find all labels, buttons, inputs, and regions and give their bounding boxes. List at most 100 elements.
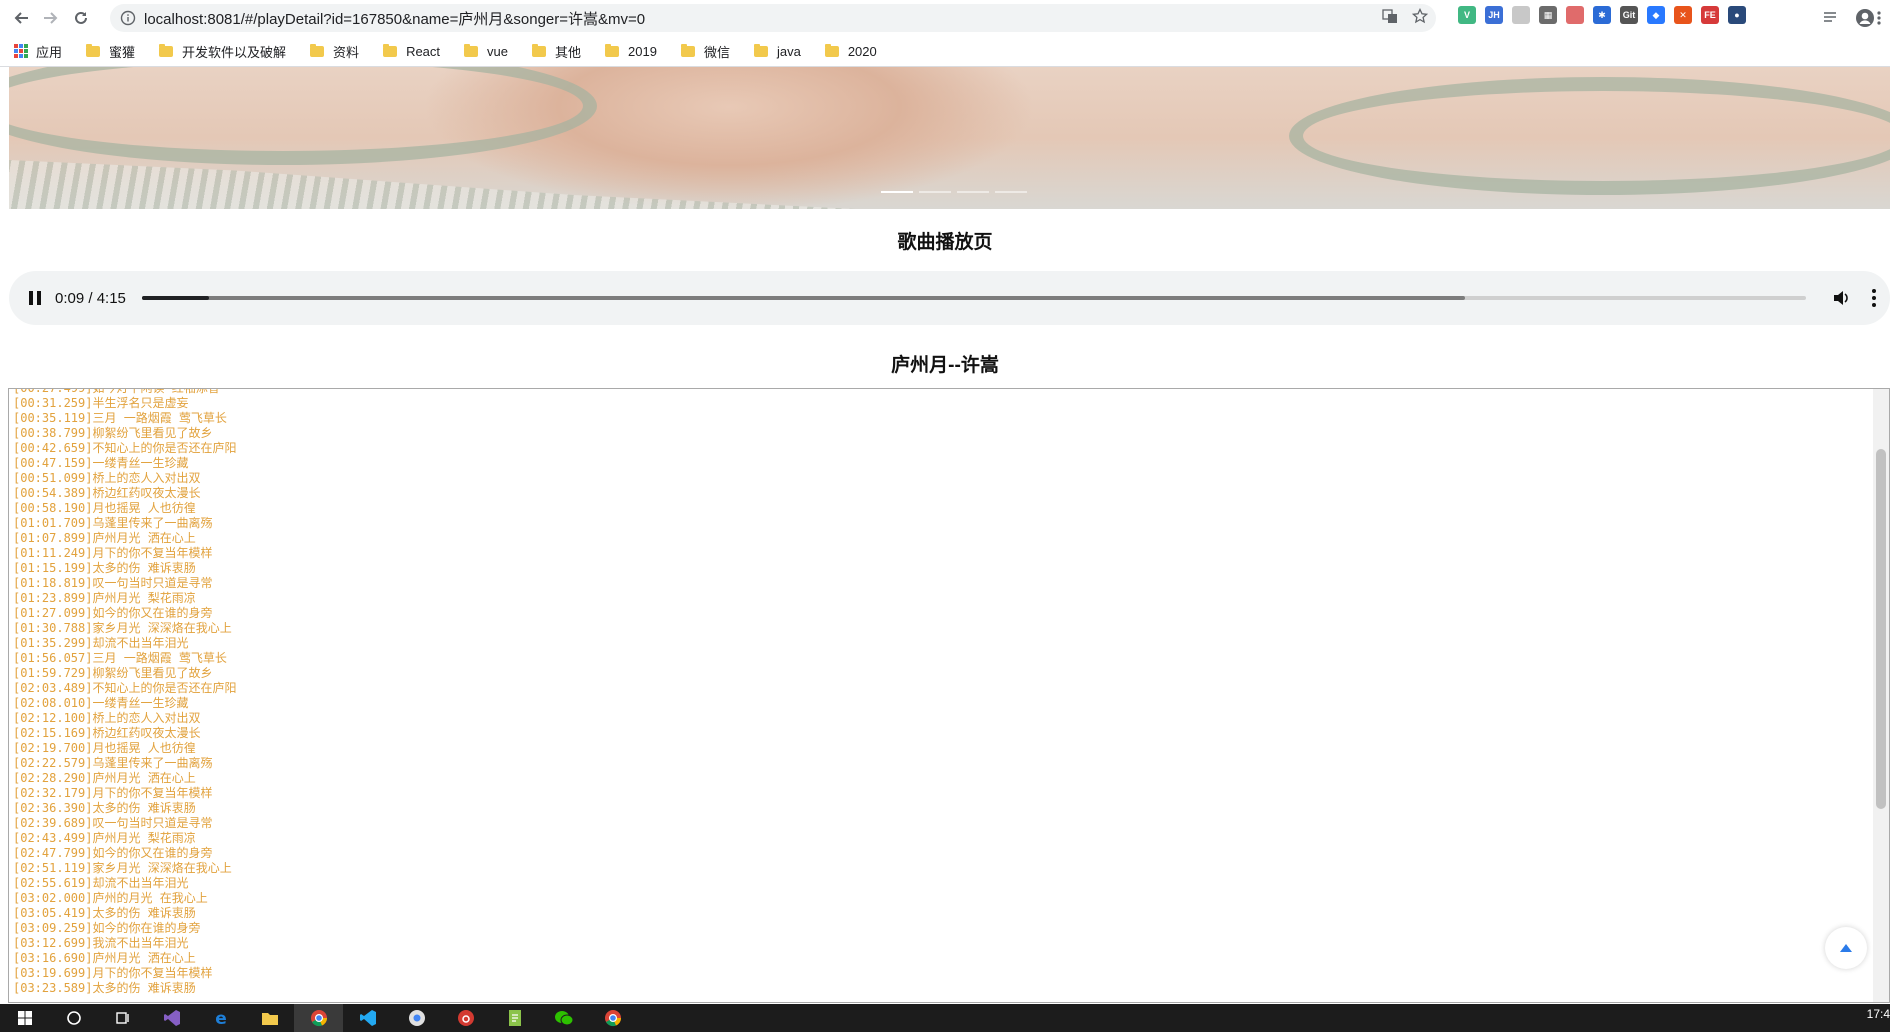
extension-icon[interactable]: ✱ — [1593, 6, 1611, 24]
taskbar-app-chrome-2[interactable] — [588, 1004, 637, 1032]
extension-icon[interactable]: V — [1458, 6, 1476, 24]
bookmark-label: 应用 — [36, 44, 63, 60]
taskbar-app-visual-studio[interactable] — [147, 1004, 196, 1032]
taskbar-app-file-explorer[interactable] — [245, 1004, 294, 1032]
banner-carousel[interactable] — [9, 67, 1890, 209]
folder-icon — [753, 43, 768, 57]
windows-taskbar: e 17:4 — [0, 1004, 1890, 1032]
extension-icon[interactable]: Git — [1620, 6, 1638, 24]
bookmark-label: 其他 — [555, 44, 582, 60]
taskbar-app-wechat[interactable] — [539, 1004, 588, 1032]
bookmark-folder[interactable]: java — [753, 43, 801, 59]
lyric-line: [01:56.057]三月 一路烟霞 莺飞草长 — [13, 651, 227, 665]
reload-button[interactable] — [66, 3, 96, 33]
carousel-dot[interactable] — [957, 191, 989, 193]
carousel-dot[interactable] — [919, 191, 951, 193]
bookmark-label: 2019 — [628, 43, 657, 59]
lyrics-scrollbar[interactable] — [1873, 389, 1889, 1002]
carousel-dot[interactable] — [881, 191, 913, 193]
lyrics-content: [00:27.499]如今灯下闲读 红袖添香 [00:31.259]半生浮名只是虚… — [13, 389, 237, 996]
system-clock[interactable]: 17:4 — [1867, 1007, 1890, 1021]
lyric-line: [02:15.169]桥边红药叹夜太漫长 — [13, 726, 201, 740]
kebab-menu-icon[interactable] — [1876, 10, 1882, 26]
bookmark-folder[interactable]: 其他 — [532, 42, 581, 61]
search-icon — [66, 1011, 81, 1025]
lyric-line: [03:09.259]如今的你在谁的身旁 — [13, 921, 201, 935]
back-to-top-button[interactable] — [1825, 927, 1867, 969]
bookmark-folder[interactable]: 2020 — [824, 43, 877, 59]
carousel-dot[interactable] — [995, 191, 1027, 193]
banner-photo-detail — [1289, 77, 1890, 195]
profile-avatar-icon[interactable] — [1855, 8, 1875, 28]
lyric-line: [03:23.589]太多的伤 难诉衷肠 — [13, 981, 196, 995]
search-button[interactable] — [49, 1004, 98, 1032]
pause-button[interactable] — [29, 291, 43, 305]
lyric-line: [02:43.499]庐州月光 梨花雨凉 — [13, 831, 196, 845]
taskbar-app-chrome[interactable] — [294, 1004, 343, 1032]
bookmark-folder[interactable]: 资料 — [310, 42, 359, 61]
taskbar-app-edge[interactable]: e — [196, 1004, 245, 1032]
start-button[interactable] — [0, 1004, 49, 1032]
lyric-line: [01:23.899]庐州月光 梨花雨凉 — [13, 591, 196, 605]
task-view-button[interactable] — [98, 1004, 147, 1032]
extension-icon[interactable]: ✕ — [1674, 6, 1692, 24]
progress-slider[interactable] — [142, 296, 1806, 300]
lyric-line: [02:08.010]一缕青丝一生珍藏 — [13, 696, 189, 710]
taskbar-app-netease-music[interactable] — [441, 1004, 490, 1032]
extension-icon[interactable]: ● — [1728, 6, 1746, 24]
player-menu-icon[interactable] — [1872, 289, 1876, 307]
bookmark-folder[interactable]: React — [383, 43, 441, 59]
bookmark-label: React — [406, 43, 441, 59]
extension-icon[interactable] — [1566, 6, 1584, 24]
reading-list-icon[interactable] — [1823, 10, 1839, 26]
taskbar-app-notepad[interactable] — [490, 1004, 539, 1032]
bookmark-folder[interactable]: 2019 — [605, 43, 657, 59]
taskbar-app-vscode[interactable] — [343, 1004, 392, 1032]
extension-icon[interactable] — [1512, 6, 1530, 24]
folder-icon — [824, 43, 839, 57]
lyric-line: [02:32.179]月下的你不复当年模样 — [13, 786, 213, 800]
lyric-line: [00:35.119]三月 一路烟霞 莺飞草长 — [13, 411, 227, 425]
lyric-line: [01:07.899]庐州月光 洒在心上 — [13, 531, 196, 545]
song-title: 庐州月--许嵩 — [891, 355, 999, 376]
address-bar[interactable]: localhost:8081/#/playDetail?id=167850&na… — [110, 4, 1436, 32]
lyric-line: [02:51.119]家乡月光 深深烙在我心上 — [13, 861, 232, 875]
extension-icon[interactable]: FE — [1701, 6, 1719, 24]
bookmark-folder[interactable]: 蜜獾 — [86, 42, 135, 61]
extension-icon[interactable]: ◆ — [1647, 6, 1665, 24]
lyric-line: [02:47.799]如今的你又在谁的身旁 — [13, 846, 213, 860]
forward-button[interactable] — [36, 3, 66, 33]
extension-icon[interactable]: JH — [1485, 6, 1503, 24]
music-app-icon — [457, 1010, 474, 1026]
bookmark-folder[interactable]: vue — [464, 43, 508, 59]
arrow-right-icon — [44, 12, 58, 24]
taskbar-app-chrome-alt[interactable] — [392, 1004, 441, 1032]
extension-icon[interactable]: ▦ — [1539, 6, 1557, 24]
bookmark-label: 微信 — [703, 44, 730, 60]
lyric-line: [02:03.489]不知心上的你是否还在庐阳 — [13, 681, 237, 695]
bookmark-apps[interactable]: 应用 — [0, 42, 62, 61]
lyric-line: [00:42.659]不知心上的你是否还在庐阳 — [13, 441, 237, 455]
windows-logo-icon — [17, 1011, 32, 1025]
page-title: 歌曲播放页 — [897, 232, 993, 253]
visual-studio-icon — [163, 1010, 180, 1026]
bookmark-label: 2020 — [847, 43, 877, 59]
lyrics-textarea[interactable]: [00:27.499]如今灯下闲读 红袖添香 [00:31.259]半生浮名只是虚… — [8, 388, 1890, 1003]
scrollbar-thumb[interactable] — [1876, 449, 1886, 809]
lyric-line: [02:55.619]却流不出当年泪光 — [13, 876, 189, 890]
lyric-line: [02:12.100]桥上的恋人入对出双 — [13, 711, 201, 725]
bookmark-folder[interactable]: 开发软件以及破解 — [159, 42, 286, 61]
lyric-line: [03:16.690]庐州月光 洒在心上 — [13, 951, 196, 965]
back-button[interactable] — [6, 3, 36, 33]
info-icon[interactable] — [120, 10, 136, 26]
folder-icon — [383, 43, 398, 57]
folder-icon — [86, 43, 101, 57]
lyric-line: [01:15.199]太多的伤 难诉衷肠 — [13, 561, 196, 575]
lyric-line: [00:38.799]柳絮纷飞里看见了故乡 — [13, 426, 213, 440]
volume-icon[interactable] — [1832, 289, 1850, 307]
bookmark-star-icon[interactable] — [1412, 8, 1428, 24]
bookmark-label: 蜜獾 — [109, 44, 136, 60]
bookmark-folder[interactable]: 微信 — [680, 42, 730, 61]
reload-icon — [75, 11, 87, 24]
translate-icon[interactable] — [1382, 8, 1398, 24]
